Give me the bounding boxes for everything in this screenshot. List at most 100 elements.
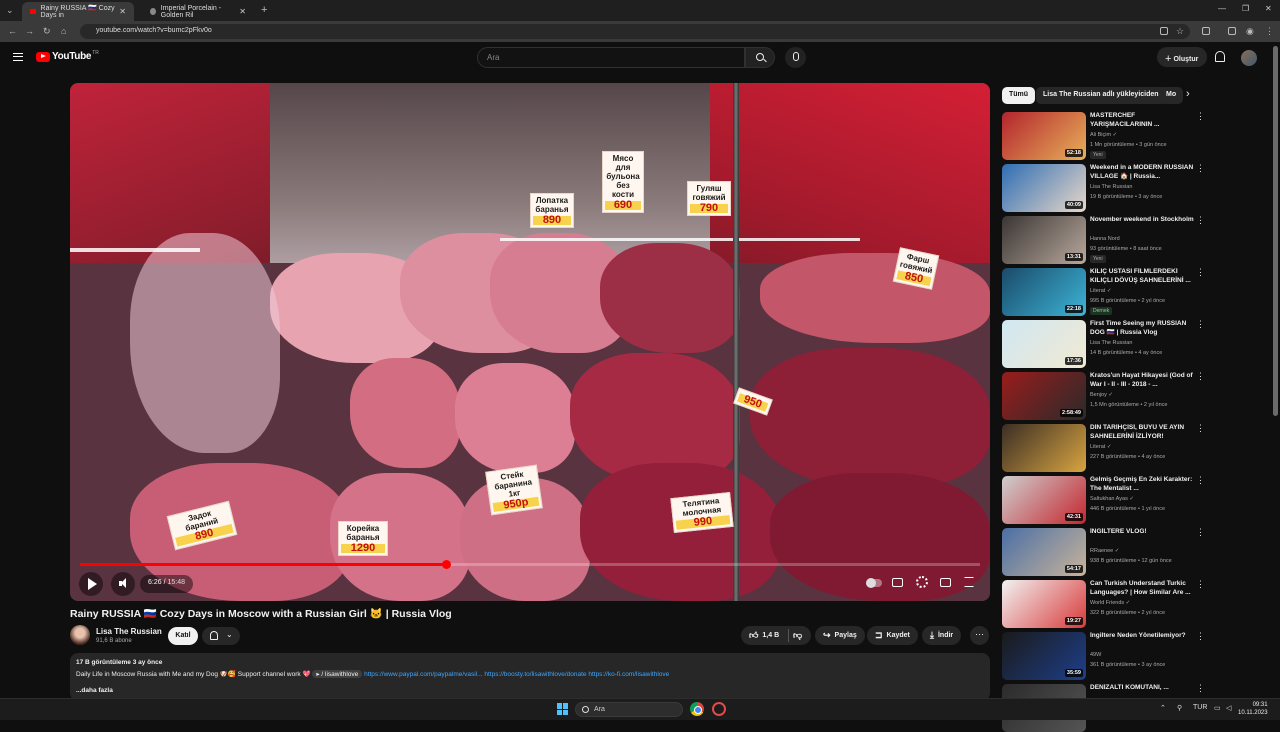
recommended-video[interactable]: 13:31 November weekend in Stockholm Hanna … [1002,216,1205,264]
recommended-video[interactable]: 22:18 KILIÇ USTASI FİLMLERDEKİ KILIÇLI DÖ… [1002,268,1205,316]
profile-icon[interactable]: ◉ [1246,26,1254,37]
video-thumbnail[interactable]: 19:27 [1002,580,1086,628]
input-language[interactable]: TUR [1193,704,1207,711]
channel-name[interactable]: Lisa The Russian [96,627,162,636]
autoplay-toggle[interactable] [866,578,882,588]
recommended-title[interactable]: Can Turkish Understand Turkic Languages?… [1090,580,1194,597]
handle-tag[interactable]: ▸ / lisawithlove [312,670,363,678]
more-options-icon[interactable]: ⋮ [1196,632,1205,641]
video-thumbnail[interactable]: 17:36 [1002,320,1086,368]
video-thumbnail[interactable]: 40:09 [1002,164,1086,212]
recommended-title[interactable]: November weekend in Stockholm [1090,216,1194,225]
avatar[interactable] [1241,50,1257,66]
maximize-icon[interactable]: ❐ [1242,4,1249,13]
more-options-icon[interactable]: ⋮ [1196,684,1205,693]
recommended-channel[interactable]: 49W [1090,652,1101,658]
video-thumbnail[interactable] [1002,424,1086,472]
back-icon[interactable]: ← [8,26,17,36]
recommended-title[interactable]: İNGİLTERE VLOG! [1090,528,1194,537]
miniplayer-icon[interactable] [940,578,951,587]
chrome-icon[interactable] [690,702,704,716]
recommended-title[interactable]: Weekend in a MODERN RUSSIAN VILLAGE 🏠 | … [1090,164,1194,181]
recommended-video[interactable]: 52:18 MASTERCHEF YARIŞMACILARININ ... Ali … [1002,112,1205,160]
recommended-channel[interactable]: Ali Biçim ✓ [1090,132,1117,138]
recommended-channel[interactable]: Hanna Nord [1090,236,1120,242]
recommended-channel[interactable]: Benjoy ✓ [1090,392,1113,398]
cast-icon[interactable] [1160,27,1168,35]
recommended-video[interactable]: 17:36 First Time Seeing my RUSSIAN DOG 🇷🇺… [1002,320,1205,368]
forward-icon[interactable]: → [25,26,34,36]
video-thumbnail[interactable]: 52:18 [1002,112,1086,160]
recommended-title[interactable]: KILIÇ USTASI FİLMLERDEKİ KILIÇLI DÖVÜŞ S… [1090,268,1194,285]
close-icon[interactable]: ✕ [239,7,246,16]
recommended-video[interactable]: 19:27 Can Turkish Understand Turkic Langu… [1002,580,1205,628]
video-thumbnail[interactable]: 42:31 [1002,476,1086,524]
video-thumbnail[interactable]: 13:31 [1002,216,1086,264]
play-button[interactable] [79,572,103,596]
recommended-title[interactable]: DİN TARİHÇİSİ, BÜYÜ VE AYİN SAHNELERİNİ … [1090,424,1194,441]
tab-youtube[interactable]: Rainy RUSSIA 🇷🇺 Cozy Days in ✕ [22,2,134,21]
chip-more[interactable]: Mo [1159,87,1184,104]
recommended-channel[interactable]: World Friends ✓ [1090,600,1130,606]
volume-button[interactable] [111,572,135,596]
like-icon[interactable]: 👍︎ [749,630,758,641]
new-tab-icon[interactable]: + [261,4,267,16]
browser-menu-icon[interactable]: ⋮ [1265,26,1274,37]
taskbar-search-input[interactable]: Ara [575,702,683,717]
channel-avatar[interactable] [70,625,90,645]
recommended-video[interactable]: 2:58:49 Kratos'un Hayat Hikayesi (God of … [1002,372,1205,420]
paypal-link[interactable]: https://www.paypal.com/paypalme/vasil... [364,671,483,678]
kofi-link[interactable]: https://ko-fi.com/lisawithlove [588,671,669,678]
home-icon[interactable]: ⌂ [61,26,66,36]
settings-icon[interactable] [916,576,928,588]
join-button[interactable]: Katıl [168,627,198,645]
like-count[interactable]: 1,4 B [762,632,779,639]
video-thumbnail[interactable]: 22:18 [1002,268,1086,316]
show-more-link[interactable]: ...daha fazla [76,687,984,694]
chip-uploader[interactable]: Lisa The Russian adlı yükleyiciden [1036,87,1166,104]
location-icon[interactable]: ⚲ [1177,704,1182,712]
chip-all[interactable]: Tümü [1002,87,1036,104]
youtube-logo[interactable]: YouTube TR [36,50,99,62]
subtitles-icon[interactable] [892,578,903,587]
recommended-video[interactable]: 40:09 Weekend in a MODERN RUSSIAN VILLAGE… [1002,164,1205,212]
recommended-video[interactable]: 35:59 İngiltere Neden Yönetilemiyor? 49W 36… [1002,632,1205,680]
close-icon[interactable]: ✕ [119,7,126,16]
more-options-icon[interactable]: ⋮ [1196,164,1205,173]
create-button[interactable]: + Oluştur [1157,47,1207,67]
more-options-icon[interactable]: ⋮ [1196,112,1205,121]
recommended-channel[interactable]: Saltukhan Ayas ✓ [1090,496,1134,502]
tab-list-icon[interactable]: ⌄ [6,5,14,16]
network-icon[interactable]: ▭ [1214,704,1221,712]
boosty-link[interactable]: https://boosty.to/lisawithlove/donate [484,671,586,678]
recommended-title[interactable]: Gelmiş Geçmiş En Zeki Karakter: The Ment… [1090,476,1194,493]
subscribe-bell-button[interactable]: ⌄ [202,627,240,645]
download-button[interactable]: ⤓ İndir [922,626,962,645]
page-scrollbar[interactable] [1273,46,1278,416]
more-options-icon[interactable]: ⋮ [1196,372,1205,381]
taskbar-clock[interactable]: 09:31 10.11.2023 [1238,701,1268,717]
window-close-icon[interactable]: ✕ [1265,4,1272,13]
voice-search-button[interactable] [785,47,806,68]
minimize-icon[interactable]: — [1218,4,1226,13]
more-options-icon[interactable]: ⋮ [1196,268,1205,277]
menu-icon[interactable] [13,53,23,61]
video-player[interactable]: Лопатка баранья 890 Мясо для бульона без … [70,83,990,601]
search-input[interactable]: Ara [477,47,745,68]
more-options-icon[interactable]: ⋮ [1196,424,1205,433]
more-options-icon[interactable]: ⋮ [1196,528,1205,537]
fullscreen-icon[interactable] [964,577,974,587]
tab-porcelain[interactable]: Imperial Porcelain - Golden Ril ✕ [142,2,254,21]
recommended-title[interactable]: DENİZALTI KOMUTANI, ... [1090,684,1194,693]
recommended-title[interactable]: İngiltere Neden Yönetilemiyor? [1090,632,1194,641]
reading-list-icon[interactable] [1228,27,1236,35]
tray-chevron-icon[interactable]: ⌃ [1160,704,1166,712]
windows-start-icon[interactable] [557,703,569,715]
recommended-channel[interactable]: Literat ✓ [1090,444,1111,450]
more-options-icon[interactable]: ⋮ [1196,320,1205,329]
recommended-channel[interactable]: Lisa The Russian [1090,184,1132,190]
notifications-icon[interactable] [1215,51,1225,62]
video-thumbnail[interactable]: 54:17 [1002,528,1086,576]
description-box[interactable]: 17 B görüntüleme 3 ay önce Daily Life in… [70,653,990,701]
reload-icon[interactable]: ↻ [43,26,51,37]
